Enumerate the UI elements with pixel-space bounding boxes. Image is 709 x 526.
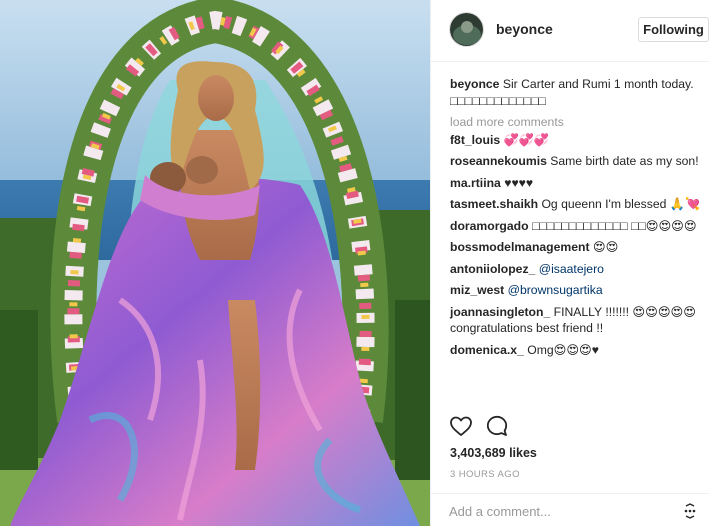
heart-icon[interactable] (449, 414, 473, 438)
comment-mention-link[interactable]: @isaatejero (539, 262, 604, 276)
comment-username[interactable]: tasmeet.shaikh (450, 197, 538, 211)
comment-text: ♥♥♥♥ (504, 175, 534, 190)
comment-text: Og queenn I'm blessed 🙏💘 (541, 197, 701, 211)
comment-row: miz_west @brownsugartika (450, 282, 702, 299)
comment-username[interactable]: miz_west (450, 283, 504, 297)
comment-username[interactable]: antoniiolopez_ (450, 262, 535, 276)
caption-username[interactable]: beyonce (450, 77, 499, 91)
comments-list: beyonce Sir Carter and Rumi 1 month toda… (450, 76, 702, 363)
comment-username[interactable]: doramorgado (450, 219, 529, 233)
comment-row: joannasingleton_ FINALLY !!!!!!! 😍😍😍😍😍 c… (450, 304, 702, 337)
comment-username[interactable]: ma.rtiina (450, 176, 501, 190)
comment-text: 💞💞💞 (503, 132, 550, 147)
comment-row: domenica.x_ Omg😍😍😍♥ (450, 342, 702, 359)
comment-row: ma.rtiina ♥♥♥♥ (450, 175, 702, 192)
comment-row: antoniiolopez_ @isaatejero (450, 261, 702, 278)
add-comment-input[interactable] (449, 502, 649, 520)
comment-row: doramorgado □□□□□□□□□□□□□ □□😍😍😍😍 (450, 218, 702, 235)
add-comment-bar (431, 493, 709, 526)
comment-text: Same birth date as my son! (550, 154, 699, 168)
comment-text: Omg😍😍😍♥ (527, 342, 599, 357)
comment-username[interactable]: roseannekoumis (450, 154, 547, 168)
comment-username[interactable]: joannasingleton_ (450, 305, 550, 319)
comment-row: roseannekoumis Same birth date as my son… (450, 153, 702, 170)
photo-illustration (0, 0, 430, 526)
avatar-image (450, 13, 483, 46)
comment-row: bossmodelmanagement 😍😍 (450, 239, 702, 256)
post-timestamp[interactable]: 3 HOURS AGO (450, 469, 520, 480)
comment-username[interactable]: bossmodelmanagement (450, 240, 590, 254)
comment-username[interactable]: domenica.x_ (450, 343, 524, 357)
comment-row: f8t_louis 💞💞💞 (450, 132, 702, 149)
comment-mention-link[interactable]: @brownsugartika (508, 283, 603, 297)
avatar[interactable] (449, 12, 484, 47)
more-options-icon[interactable] (681, 503, 699, 519)
likes-count[interactable]: 3,403,689 likes (450, 446, 537, 460)
post-header: beyonce Following (431, 0, 709, 62)
following-button[interactable]: Following (638, 17, 709, 42)
comment-username[interactable]: f8t_louis (450, 133, 500, 147)
comment-bubble-icon[interactable] (485, 414, 509, 438)
comment-row: tasmeet.shaikh Og queenn I'm blessed 🙏💘 (450, 196, 702, 213)
comment-text: 😍😍 (592, 240, 619, 254)
post-photo[interactable] (0, 0, 430, 526)
comment-text: □□□□□□□□□□□□□ □□😍😍😍😍 (531, 218, 697, 233)
post-details-panel: beyonce Following beyonce Sir Carter and… (430, 0, 709, 526)
load-more-comments-link[interactable]: load more comments (450, 114, 702, 131)
header-username[interactable]: beyonce (496, 21, 553, 37)
post-caption: beyonce Sir Carter and Rumi 1 month toda… (450, 76, 702, 109)
